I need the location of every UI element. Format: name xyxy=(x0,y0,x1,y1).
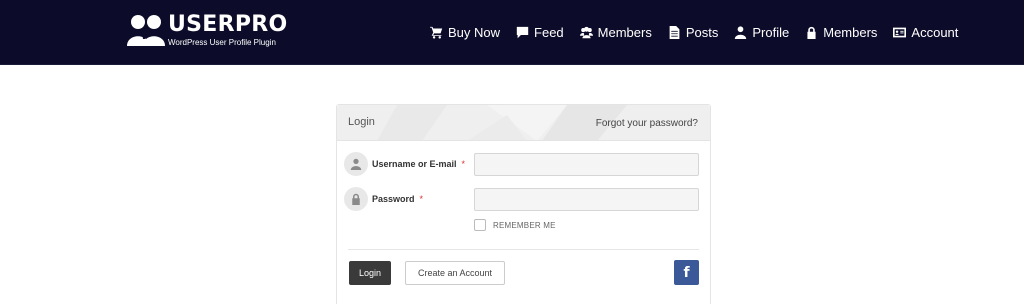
form-divider xyxy=(348,249,699,250)
main-nav: Buy Now Feed Members Posts Profile Membe… xyxy=(430,0,958,65)
document-icon xyxy=(669,26,680,39)
comment-icon xyxy=(516,26,529,39)
group-icon xyxy=(579,26,593,39)
users-logo-icon xyxy=(127,13,165,47)
user-icon xyxy=(344,152,368,176)
user-icon xyxy=(735,26,747,39)
nav-label: Members xyxy=(597,25,652,40)
remember-me-option[interactable]: REMEMBER ME xyxy=(474,219,556,231)
cart-icon xyxy=(430,26,443,39)
nav-label: Posts xyxy=(685,25,719,40)
login-form: Login Forgot your password? Username or … xyxy=(336,104,711,304)
logo-subtitle: WordPress User Profile Plugin xyxy=(168,38,276,47)
nav-label: Account xyxy=(911,25,959,40)
id-card-icon xyxy=(893,27,907,38)
login-title: Login xyxy=(348,116,375,128)
required-marker: * xyxy=(461,159,466,169)
top-navigation-bar: USERPRO WordPress User Profile Plugin Bu… xyxy=(0,0,1024,65)
nav-label: Profile xyxy=(752,25,790,40)
nav-posts[interactable]: Posts xyxy=(668,25,719,40)
lock-icon xyxy=(807,26,816,39)
required-marker: * xyxy=(419,194,424,204)
nav-label: Feed xyxy=(534,25,564,40)
remember-me-label: REMEMBER ME xyxy=(493,220,556,230)
nav-label: Members xyxy=(823,25,878,40)
nav-members[interactable]: Members xyxy=(579,25,652,40)
nav-label: Buy Now xyxy=(448,25,501,40)
password-row: Password * xyxy=(344,187,423,211)
forgot-password-link[interactable]: Forgot your password? xyxy=(596,118,698,129)
facebook-login-button[interactable]: f xyxy=(674,260,699,285)
username-row: Username or E-mail * xyxy=(344,152,465,176)
username-label-text: Username or E-mail xyxy=(372,159,457,169)
password-label-text: Password xyxy=(372,194,415,204)
create-account-button[interactable]: Create an Account xyxy=(405,261,505,285)
login-header: Login Forgot your password? xyxy=(337,105,710,141)
nav-buy-now[interactable]: Buy Now xyxy=(430,25,500,40)
userpro-logo[interactable]: USERPRO WordPress User Profile Plugin xyxy=(127,13,288,51)
login-button[interactable]: Login xyxy=(349,261,391,285)
logo-title: USERPRO xyxy=(168,12,288,37)
nav-members-locked[interactable]: Members xyxy=(805,25,877,40)
password-label: Password * xyxy=(372,194,423,204)
password-input[interactable] xyxy=(474,188,699,211)
nav-profile[interactable]: Profile xyxy=(734,25,789,40)
username-input[interactable] xyxy=(474,153,699,176)
nav-account[interactable]: Account xyxy=(893,25,958,40)
nav-feed[interactable]: Feed xyxy=(516,25,564,40)
remember-me-checkbox[interactable] xyxy=(474,219,486,231)
facebook-icon: f xyxy=(683,264,690,281)
username-label: Username or E-mail * xyxy=(372,159,465,169)
lock-icon xyxy=(344,187,368,211)
